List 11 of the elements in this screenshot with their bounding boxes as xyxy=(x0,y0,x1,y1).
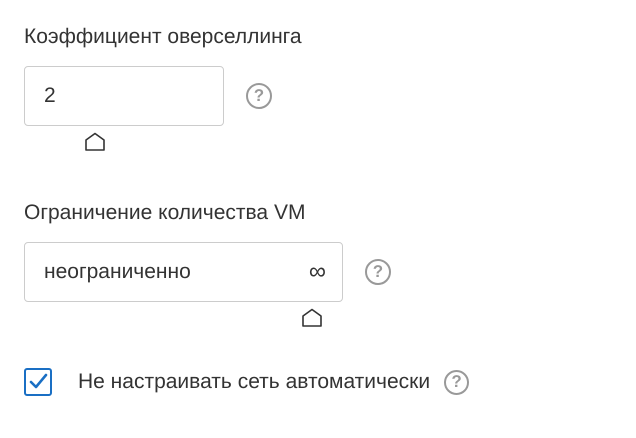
help-icon[interactable]: ? xyxy=(365,259,391,285)
field-label: Коэффициент оверселлинга xyxy=(24,24,303,50)
checkbox[interactable] xyxy=(24,368,52,396)
pentagon-icon xyxy=(84,132,106,152)
help-icon[interactable]: ? xyxy=(444,370,470,394)
field-label: Ограничение количества VM xyxy=(24,200,306,226)
checkbox-label: Не настраивать сеть автоматически xyxy=(78,370,430,394)
input-field[interactable]: неограниченно ∞ xyxy=(24,242,343,302)
pentagon-icon xyxy=(301,308,323,328)
input-field[interactable]: 2 xyxy=(24,66,224,126)
help-icon[interactable]: ? xyxy=(246,83,272,109)
